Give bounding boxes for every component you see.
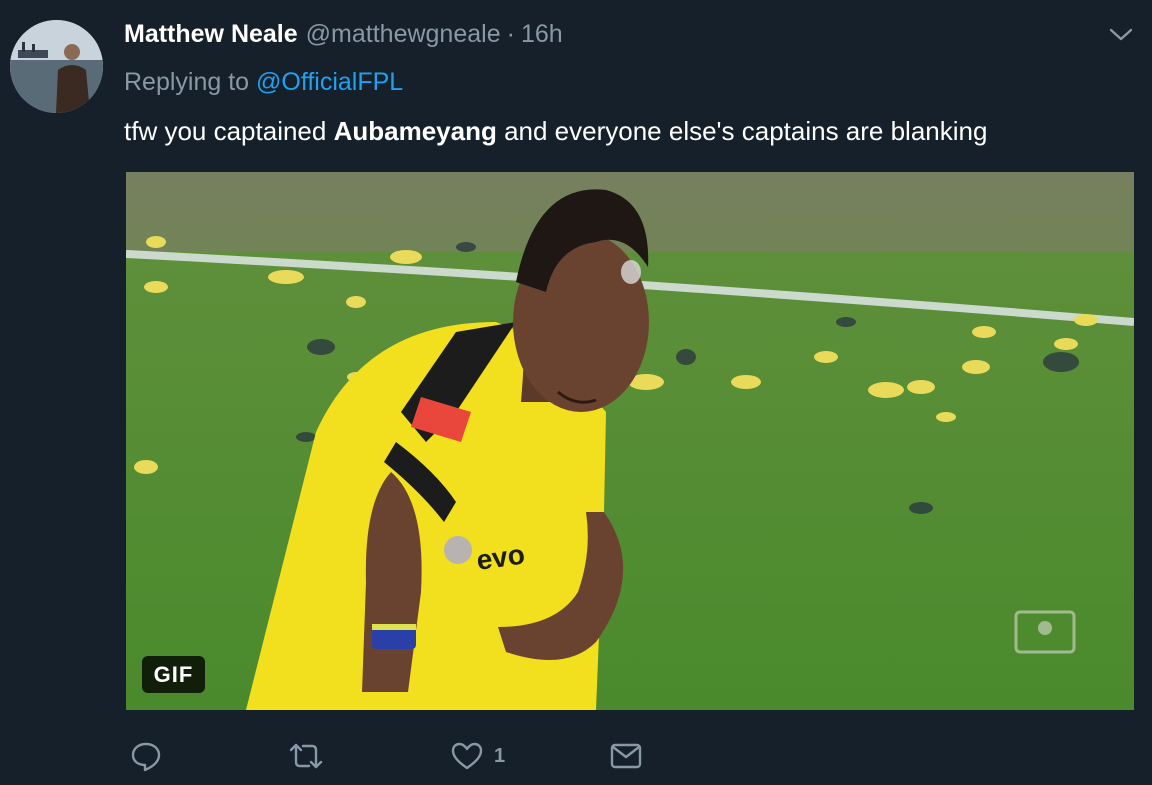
reply-button[interactable]	[130, 738, 162, 774]
like-count: 1	[494, 744, 506, 767]
gif-badge: GIF	[142, 656, 205, 693]
reply-icon	[130, 740, 162, 772]
retweet-button[interactable]	[287, 738, 325, 774]
header-separator: ·	[506, 20, 515, 48]
retweet-icon	[287, 740, 325, 772]
chevron-down-icon[interactable]	[1108, 26, 1134, 44]
avatar[interactable]	[10, 20, 103, 113]
replying-to: Replying to @OfficialFPL	[124, 68, 403, 97]
tweet-header: Matthew Neale @matthewgneale · 16h	[124, 20, 563, 50]
timestamp[interactable]: 16h	[521, 20, 563, 49]
tweet-text-before: tfw you captained	[124, 116, 334, 146]
direct-message-button[interactable]	[609, 738, 643, 774]
heart-icon	[450, 740, 484, 772]
tweet-text-bold: Aubameyang	[333, 116, 497, 146]
replying-prefix: Replying to	[124, 68, 250, 96]
gif-image: evo	[126, 172, 1134, 710]
envelope-icon	[609, 740, 643, 772]
author-name[interactable]: Matthew Neale	[124, 20, 298, 49]
replying-to-link[interactable]: @OfficialFPL	[256, 68, 403, 96]
tweet-media[interactable]: evo	[126, 172, 1134, 710]
tweet-text-after: and everyone else's captains are blankin…	[496, 116, 988, 146]
author-handle[interactable]: @matthewgneale	[306, 20, 501, 49]
like-button[interactable]: 1	[450, 738, 505, 774]
tweet-text: tfw you captained Aubameyang and everyon…	[124, 116, 987, 147]
